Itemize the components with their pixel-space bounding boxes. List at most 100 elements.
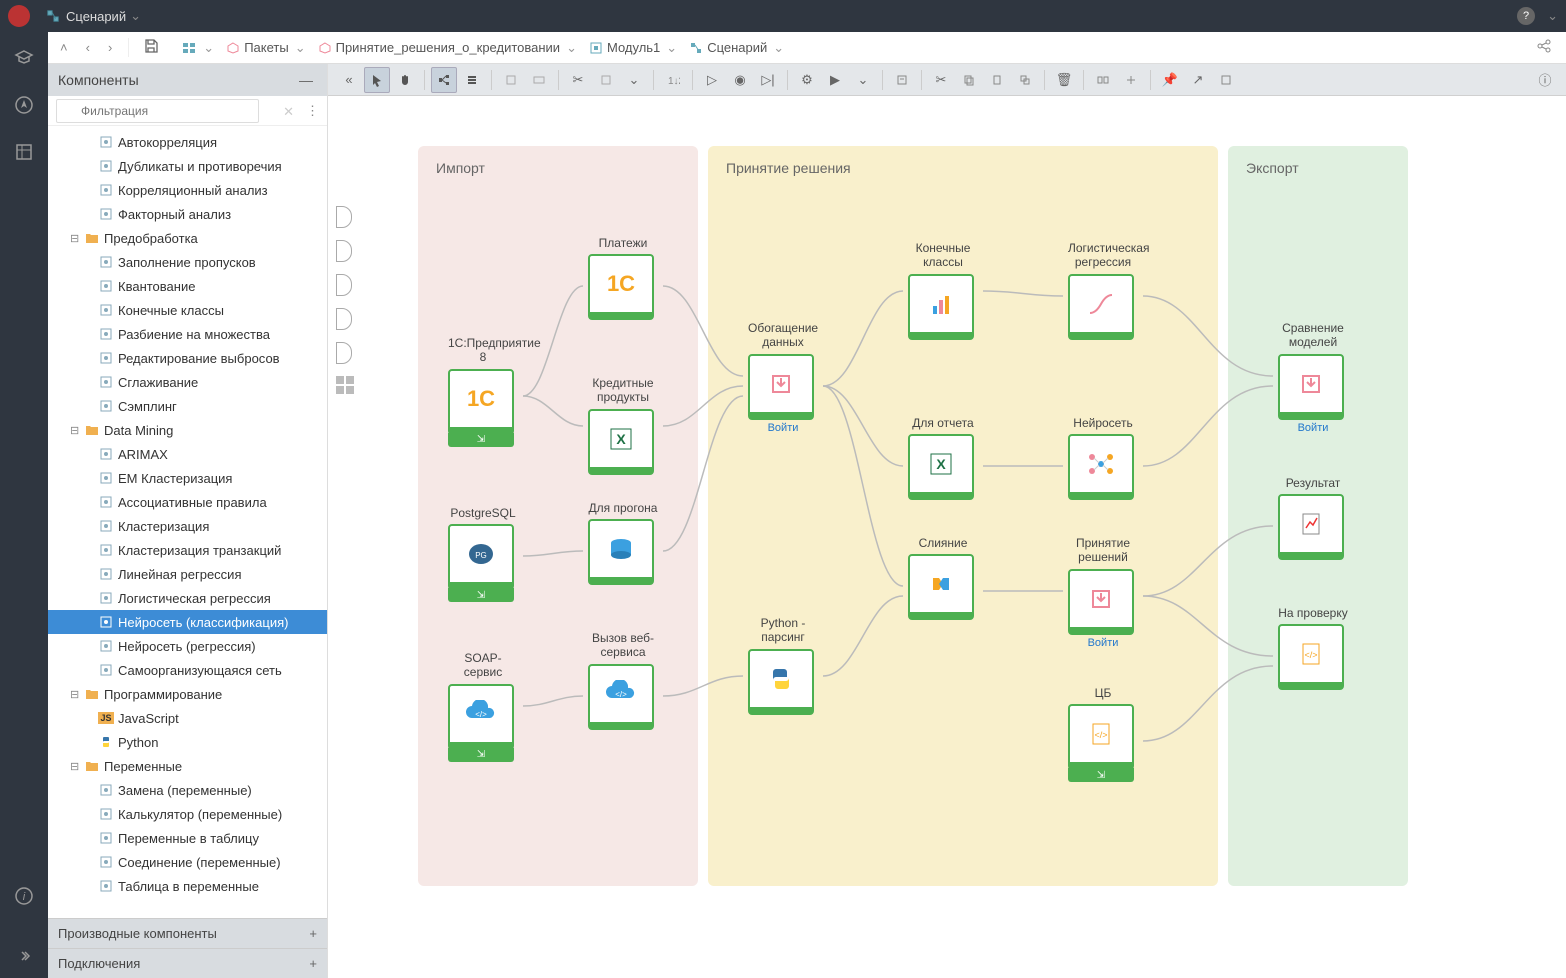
node-cb[interactable]: ЦБ </> ⇲ (1068, 686, 1138, 782)
tb-icon-2[interactable] (526, 67, 552, 93)
tree-item-9[interactable]: Редактирование выбросов (48, 346, 327, 370)
node-webcall[interactable]: Вызов веб-сервиса </> (588, 631, 658, 730)
graduation-icon[interactable] (14, 48, 34, 71)
node-decision[interactable]: Принятие решений Войти (1068, 536, 1138, 649)
nav-up-icon[interactable]: ˄ (56, 38, 72, 57)
tree-item-0[interactable]: Автокорреляция (48, 130, 327, 154)
tree-item-26[interactable]: ⊟Переменные (48, 754, 327, 778)
help-icon[interactable]: ? (1517, 7, 1535, 25)
tree-item-22[interactable]: Самоорганизующаяся сеть (48, 658, 327, 682)
breadcrumb-module[interactable]: Модуль1 ⌄ (583, 38, 683, 58)
window-icon[interactable] (1213, 67, 1239, 93)
node-postgres[interactable]: PostgreSQL PG ⇲ (448, 506, 518, 602)
play-icon[interactable]: ▷ (699, 67, 725, 93)
play-step-icon[interactable]: ▷| (755, 67, 781, 93)
tb-icon-5[interactable]: ⌄ (850, 67, 876, 93)
node-1c[interactable]: 1С:Предприятие 8 1C ⇲ (448, 336, 518, 447)
canvas-port[interactable] (336, 274, 352, 296)
play-all-icon[interactable]: ▶ (822, 67, 848, 93)
tb-icon-4[interactable]: ⌄ (621, 67, 647, 93)
node-final-classes[interactable]: Конечные классы (908, 241, 978, 340)
gear-icon[interactable]: ⚙ (794, 67, 820, 93)
canvas-port-grid[interactable] (336, 376, 354, 394)
record-icon[interactable]: ◉ (727, 67, 753, 93)
grid-icon[interactable] (14, 142, 34, 165)
nav-forward-icon[interactable]: › (104, 38, 116, 57)
hand-tool-icon[interactable] (392, 67, 418, 93)
nav-back-icon[interactable]: ‹ (82, 38, 94, 57)
filter-menu-icon[interactable]: ⋮ (306, 103, 319, 119)
tree-item-2[interactable]: Корреляционный анализ (48, 178, 327, 202)
tree-item-18[interactable]: Линейная регрессия (48, 562, 327, 586)
tab-dropdown-icon[interactable]: ⌄ (130, 8, 141, 24)
node-payments[interactable]: Платежи 1C (588, 236, 658, 320)
share-icon[interactable] (1530, 36, 1558, 59)
paste-icon[interactable] (984, 67, 1010, 93)
tree-item-24[interactable]: JSJavaScript (48, 706, 327, 730)
tree-item-30[interactable]: Соединение (переменные) (48, 850, 327, 874)
tree-item-27[interactable]: Замена (переменные) (48, 778, 327, 802)
tree-item-11[interactable]: Сэмплинг (48, 394, 327, 418)
connections-footer[interactable]: Подключения + (48, 948, 327, 978)
tree-item-8[interactable]: Разбиение на множества (48, 322, 327, 346)
collapse-panel-icon[interactable]: — (295, 72, 317, 88)
node-compare[interactable]: Сравнение моделей Войти (1278, 321, 1348, 434)
tree-item-5[interactable]: Заполнение пропусков (48, 250, 327, 274)
tree-item-28[interactable]: Калькулятор (переменные) (48, 802, 327, 826)
breadcrumb-scenario[interactable]: Сценарий ⌄ (683, 38, 790, 58)
toolbar-info-icon[interactable]: ⓘ (1532, 67, 1558, 93)
add-connection-icon[interactable]: + (309, 956, 317, 971)
tree-item-3[interactable]: Факторный анализ (48, 202, 327, 226)
layout-horizontal-icon[interactable] (431, 67, 457, 93)
tree-item-15[interactable]: Ассоциативные правила (48, 490, 327, 514)
node-review[interactable]: На проверку </> (1278, 606, 1348, 690)
node-result[interactable]: Результат (1278, 476, 1348, 560)
canvas-port[interactable] (336, 240, 352, 262)
cut-icon[interactable]: ✂ (928, 67, 954, 93)
tree-item-20[interactable]: Нейросеть (классификация) (48, 610, 327, 634)
add-derived-icon[interactable]: + (309, 926, 317, 941)
tree-item-17[interactable]: Кластеризация транзакций (48, 538, 327, 562)
order-icon[interactable]: 1↓2 (660, 67, 686, 93)
chevron-right-icon[interactable] (17, 949, 31, 966)
node-report[interactable]: Для отчета X (908, 416, 978, 500)
group-icon[interactable] (1090, 67, 1116, 93)
filter-clear-icon[interactable]: ✕ (283, 104, 294, 120)
tree-item-25[interactable]: Python (48, 730, 327, 754)
tree-item-23[interactable]: ⊟Программирование (48, 682, 327, 706)
canvas-port[interactable] (336, 308, 352, 330)
tree-item-31[interactable]: Таблица в переменные (48, 874, 327, 898)
filter-input[interactable] (56, 99, 259, 123)
save-icon[interactable] (139, 36, 163, 59)
tb-icon-1[interactable] (498, 67, 524, 93)
node-action[interactable]: Войти (748, 422, 818, 434)
tree-item-29[interactable]: Переменные в таблицу (48, 826, 327, 850)
collapse-left-icon[interactable]: « (336, 67, 362, 93)
help-dropdown-icon[interactable]: ⌄ (1547, 8, 1558, 24)
node-python[interactable]: Python - парсинг (748, 616, 818, 715)
pin-icon[interactable]: 📌 (1157, 67, 1183, 93)
node-neural[interactable]: Нейросеть (1068, 416, 1138, 500)
node-run[interactable]: Для прогона (588, 501, 658, 585)
tree-item-1[interactable]: Дубликаты и противоречия (48, 154, 327, 178)
cut-link-icon[interactable]: ✂ (565, 67, 591, 93)
node-enrich[interactable]: Обогащение данных Войти (748, 321, 818, 434)
ungroup-icon[interactable] (1118, 67, 1144, 93)
breadcrumb-root[interactable]: ⌄ (175, 38, 220, 58)
canvas-port[interactable] (336, 342, 352, 364)
tree-item-6[interactable]: Квантование (48, 274, 327, 298)
tree-item-12[interactable]: ⊟Data Mining (48, 418, 327, 442)
tree-item-19[interactable]: Логистическая регрессия (48, 586, 327, 610)
pointer-tool-icon[interactable] (364, 67, 390, 93)
canvas-port[interactable] (336, 206, 352, 228)
canvas[interactable]: Импорт Принятие решения Экспорт 1С:Предп… (328, 96, 1566, 978)
tree-item-10[interactable]: Сглаживание (48, 370, 327, 394)
delete-icon[interactable]: 🗑 (1051, 67, 1077, 93)
tree-item-4[interactable]: ⊟Предобработка (48, 226, 327, 250)
node-action[interactable]: Войти (1278, 422, 1348, 434)
tree-item-16[interactable]: Кластеризация (48, 514, 327, 538)
node-action[interactable]: Войти (1068, 637, 1138, 649)
note-icon[interactable] (889, 67, 915, 93)
layout-list-icon[interactable] (459, 67, 485, 93)
tb-icon-3[interactable] (593, 67, 619, 93)
